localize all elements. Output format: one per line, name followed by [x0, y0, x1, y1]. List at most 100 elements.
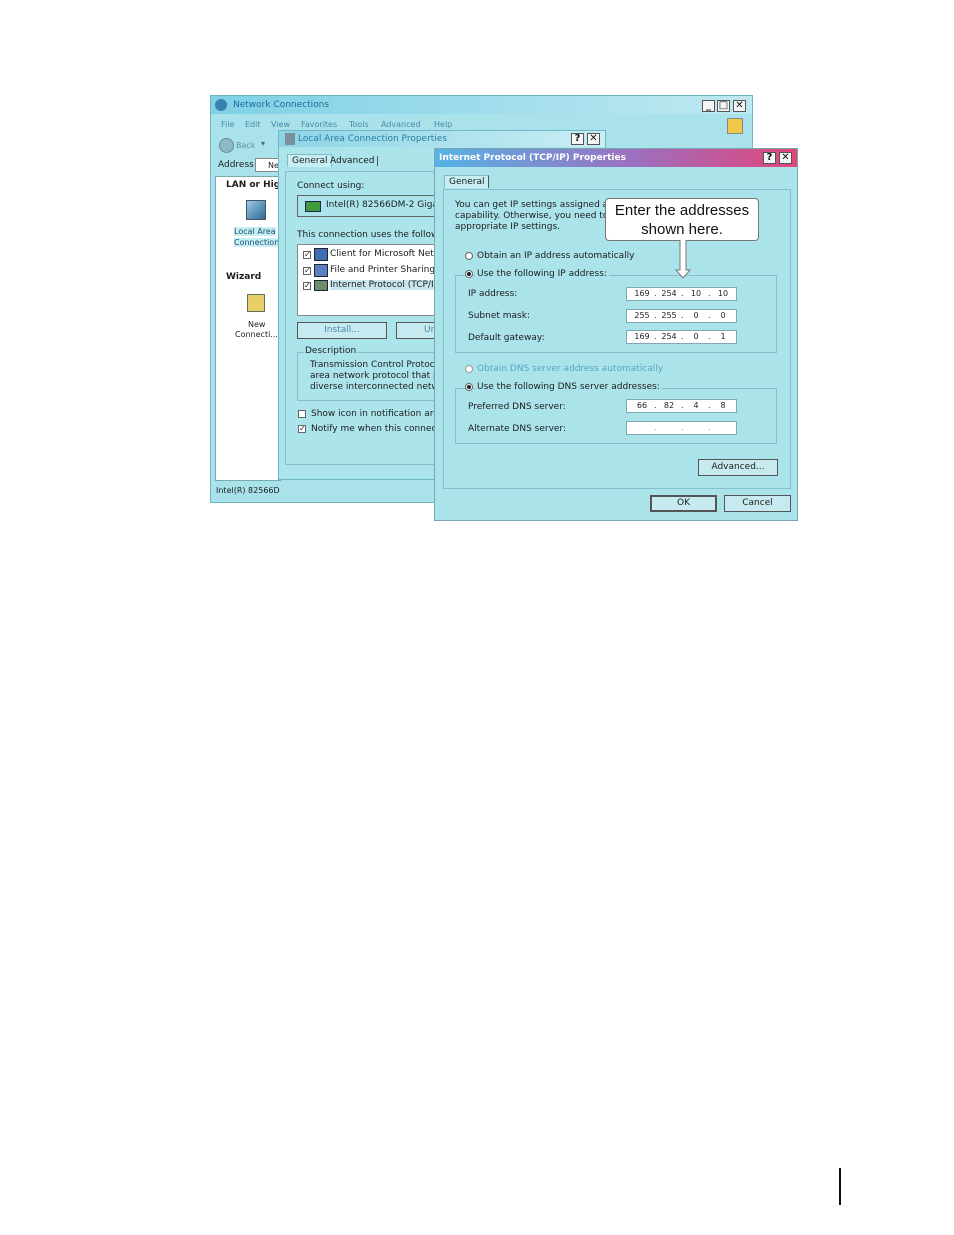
network-window-title: Network Connections	[233, 100, 330, 110]
tcpip-close-button[interactable]: ✕	[779, 152, 792, 164]
dns1-dot-2: .	[681, 401, 684, 410]
ok-button[interactable]: OK	[650, 495, 717, 512]
menu-view[interactable]: View	[271, 120, 290, 129]
maximize-button[interactable]: □	[717, 100, 730, 112]
callout-line2: shown here.	[641, 221, 723, 238]
lac-title-bar[interactable]: Local Area Connection Properties ? ✕	[279, 131, 605, 147]
client-network-icon	[314, 248, 328, 261]
menu-help[interactable]: Help	[434, 120, 452, 129]
menu-advanced[interactable]: Advanced	[381, 120, 421, 129]
intro-line2: capability. Otherwise, you need to ask	[455, 211, 627, 221]
mask-octet-3: 0	[693, 311, 699, 320]
default-gateway-label: Default gateway:	[468, 333, 545, 343]
advanced-button[interactable]: Advanced...	[698, 459, 778, 476]
printer-sharing-icon	[314, 264, 328, 277]
advanced-button-label: Advanced...	[711, 462, 765, 472]
ok-button-label: OK	[677, 498, 690, 508]
obtain-dns-auto-radio	[465, 365, 473, 373]
description-label: Description	[304, 346, 358, 356]
component-sharing[interactable]: File and Printer Sharing for	[330, 265, 450, 275]
intro-line1: You can get IP settings assigned auto	[455, 200, 623, 210]
connection-uses-label: This connection uses the following	[297, 230, 453, 240]
menu-edit[interactable]: Edit	[245, 120, 261, 129]
use-following-ip-radio[interactable]	[465, 270, 473, 278]
back-dropdown-icon[interactable]: ▾	[261, 139, 265, 148]
new-connection-wizard-icon[interactable]	[247, 294, 265, 312]
windows-logo-icon	[727, 118, 743, 134]
default-gateway-field[interactable]: 169. 254. 0. 1	[626, 330, 737, 344]
notify-label[interactable]: Notify me when this connection	[311, 424, 454, 434]
dns2-dot-2: .	[681, 423, 684, 432]
obtain-ip-auto-radio[interactable]	[465, 252, 473, 260]
back-button[interactable]: Back	[236, 141, 255, 150]
component-client[interactable]: Client for Microsoft Networ	[330, 249, 450, 259]
connect-using-label: Connect using:	[297, 181, 365, 191]
description-line1: Transmission Control Protocol/I	[310, 360, 449, 370]
back-arrow-icon[interactable]	[219, 138, 234, 153]
subnet-mask-field[interactable]: 255. 255. 0. 0	[626, 309, 737, 323]
lac-tab-advanced[interactable]: Advanced	[330, 156, 379, 166]
gateway-dot-3: .	[708, 332, 711, 341]
callout-pointer-shape	[674, 240, 692, 279]
notify-checkbox[interactable]: ✓	[298, 425, 306, 433]
dns1-dot-3: .	[708, 401, 711, 410]
lac-tab-general[interactable]: General	[287, 154, 333, 167]
ip-octet-4: 10	[717, 289, 729, 298]
dns1-dot-1: .	[654, 401, 657, 410]
component-tcpip-checkbox[interactable]: ✓	[303, 282, 311, 290]
ip-dot-1: .	[654, 289, 657, 298]
subnet-mask-label: Subnet mask:	[468, 311, 530, 321]
component-sharing-checkbox[interactable]: ✓	[303, 267, 311, 275]
alternate-dns-field[interactable]: . . .	[626, 421, 737, 435]
adapter-name: Intel(R) 82566DM-2 Gigabit	[326, 200, 450, 210]
component-client-checkbox[interactable]: ✓	[303, 251, 311, 259]
menu-favorites[interactable]: Favorites	[301, 120, 337, 129]
use-following-ip-label[interactable]: Use the following IP address:	[475, 269, 609, 279]
gateway-dot-2: .	[681, 332, 684, 341]
status-bar-text: Intel(R) 82566D	[216, 486, 280, 495]
install-button[interactable]: Install...	[297, 322, 387, 339]
dns2-dot-3: .	[708, 423, 711, 432]
ip-dot-2: .	[681, 289, 684, 298]
minimize-button[interactable]: _	[702, 100, 715, 112]
network-card-icon	[305, 201, 321, 212]
cancel-button[interactable]: Cancel	[724, 495, 791, 512]
obtain-dns-auto-label: Obtain DNS server address automatically	[477, 364, 664, 374]
mask-octet-1: 255	[634, 311, 650, 320]
callout-pointer-arrow	[674, 240, 692, 279]
preferred-dns-field[interactable]: 66. 82. 4. 8	[626, 399, 737, 413]
ip-address-field[interactable]: 169. 254. 10. 10	[626, 287, 737, 301]
menu-tools[interactable]: Tools	[349, 120, 369, 129]
protocol-icon	[314, 280, 328, 291]
address-label: Address	[218, 160, 254, 170]
tcpip-help-button[interactable]: ?	[763, 152, 776, 164]
page-margin-rule	[839, 1168, 841, 1205]
menu-file[interactable]: File	[221, 120, 234, 129]
tcpip-title-bar[interactable]: Internet Protocol (TCP/IP) Properties ? …	[435, 149, 797, 167]
ip-octet-3: 10	[690, 289, 702, 298]
show-icon-checkbox[interactable]	[298, 410, 306, 418]
local-area-line2[interactable]: Connection	[234, 238, 280, 247]
mask-octet-2: 255	[661, 311, 677, 320]
use-following-dns-label[interactable]: Use the following DNS server addresses:	[475, 382, 662, 392]
tcpip-title: Internet Protocol (TCP/IP) Properties	[439, 153, 626, 163]
tcpip-tab-general[interactable]: General	[444, 175, 490, 188]
use-following-dns-radio[interactable]	[465, 383, 473, 391]
address-field[interactable]: Ne	[255, 158, 279, 172]
network-connections-icon	[215, 99, 227, 111]
lac-help-button[interactable]: ?	[571, 133, 584, 145]
lac-close-button[interactable]: ✕	[587, 133, 600, 145]
dns1-octet-2: 82	[663, 401, 675, 410]
new-connection-line1[interactable]: New	[248, 320, 265, 329]
network-title-bar[interactable]: Network Connections _ □ ✕	[211, 96, 752, 114]
local-area-line1[interactable]: Local Area	[234, 227, 276, 236]
gateway-octet-2: 254	[661, 332, 677, 341]
lac-title-icon	[285, 133, 295, 145]
close-button[interactable]: ✕	[733, 100, 746, 112]
component-tcpip[interactable]: Internet Protocol (TCP/IP)	[330, 280, 443, 290]
local-area-connection-icon[interactable]	[246, 200, 266, 220]
new-connection-line2[interactable]: Connecti...	[235, 330, 278, 339]
intro-line3: appropriate IP settings.	[455, 222, 560, 232]
show-icon-label[interactable]: Show icon in notification area w	[311, 409, 455, 419]
obtain-ip-auto-label[interactable]: Obtain an IP address automatically	[477, 251, 635, 261]
